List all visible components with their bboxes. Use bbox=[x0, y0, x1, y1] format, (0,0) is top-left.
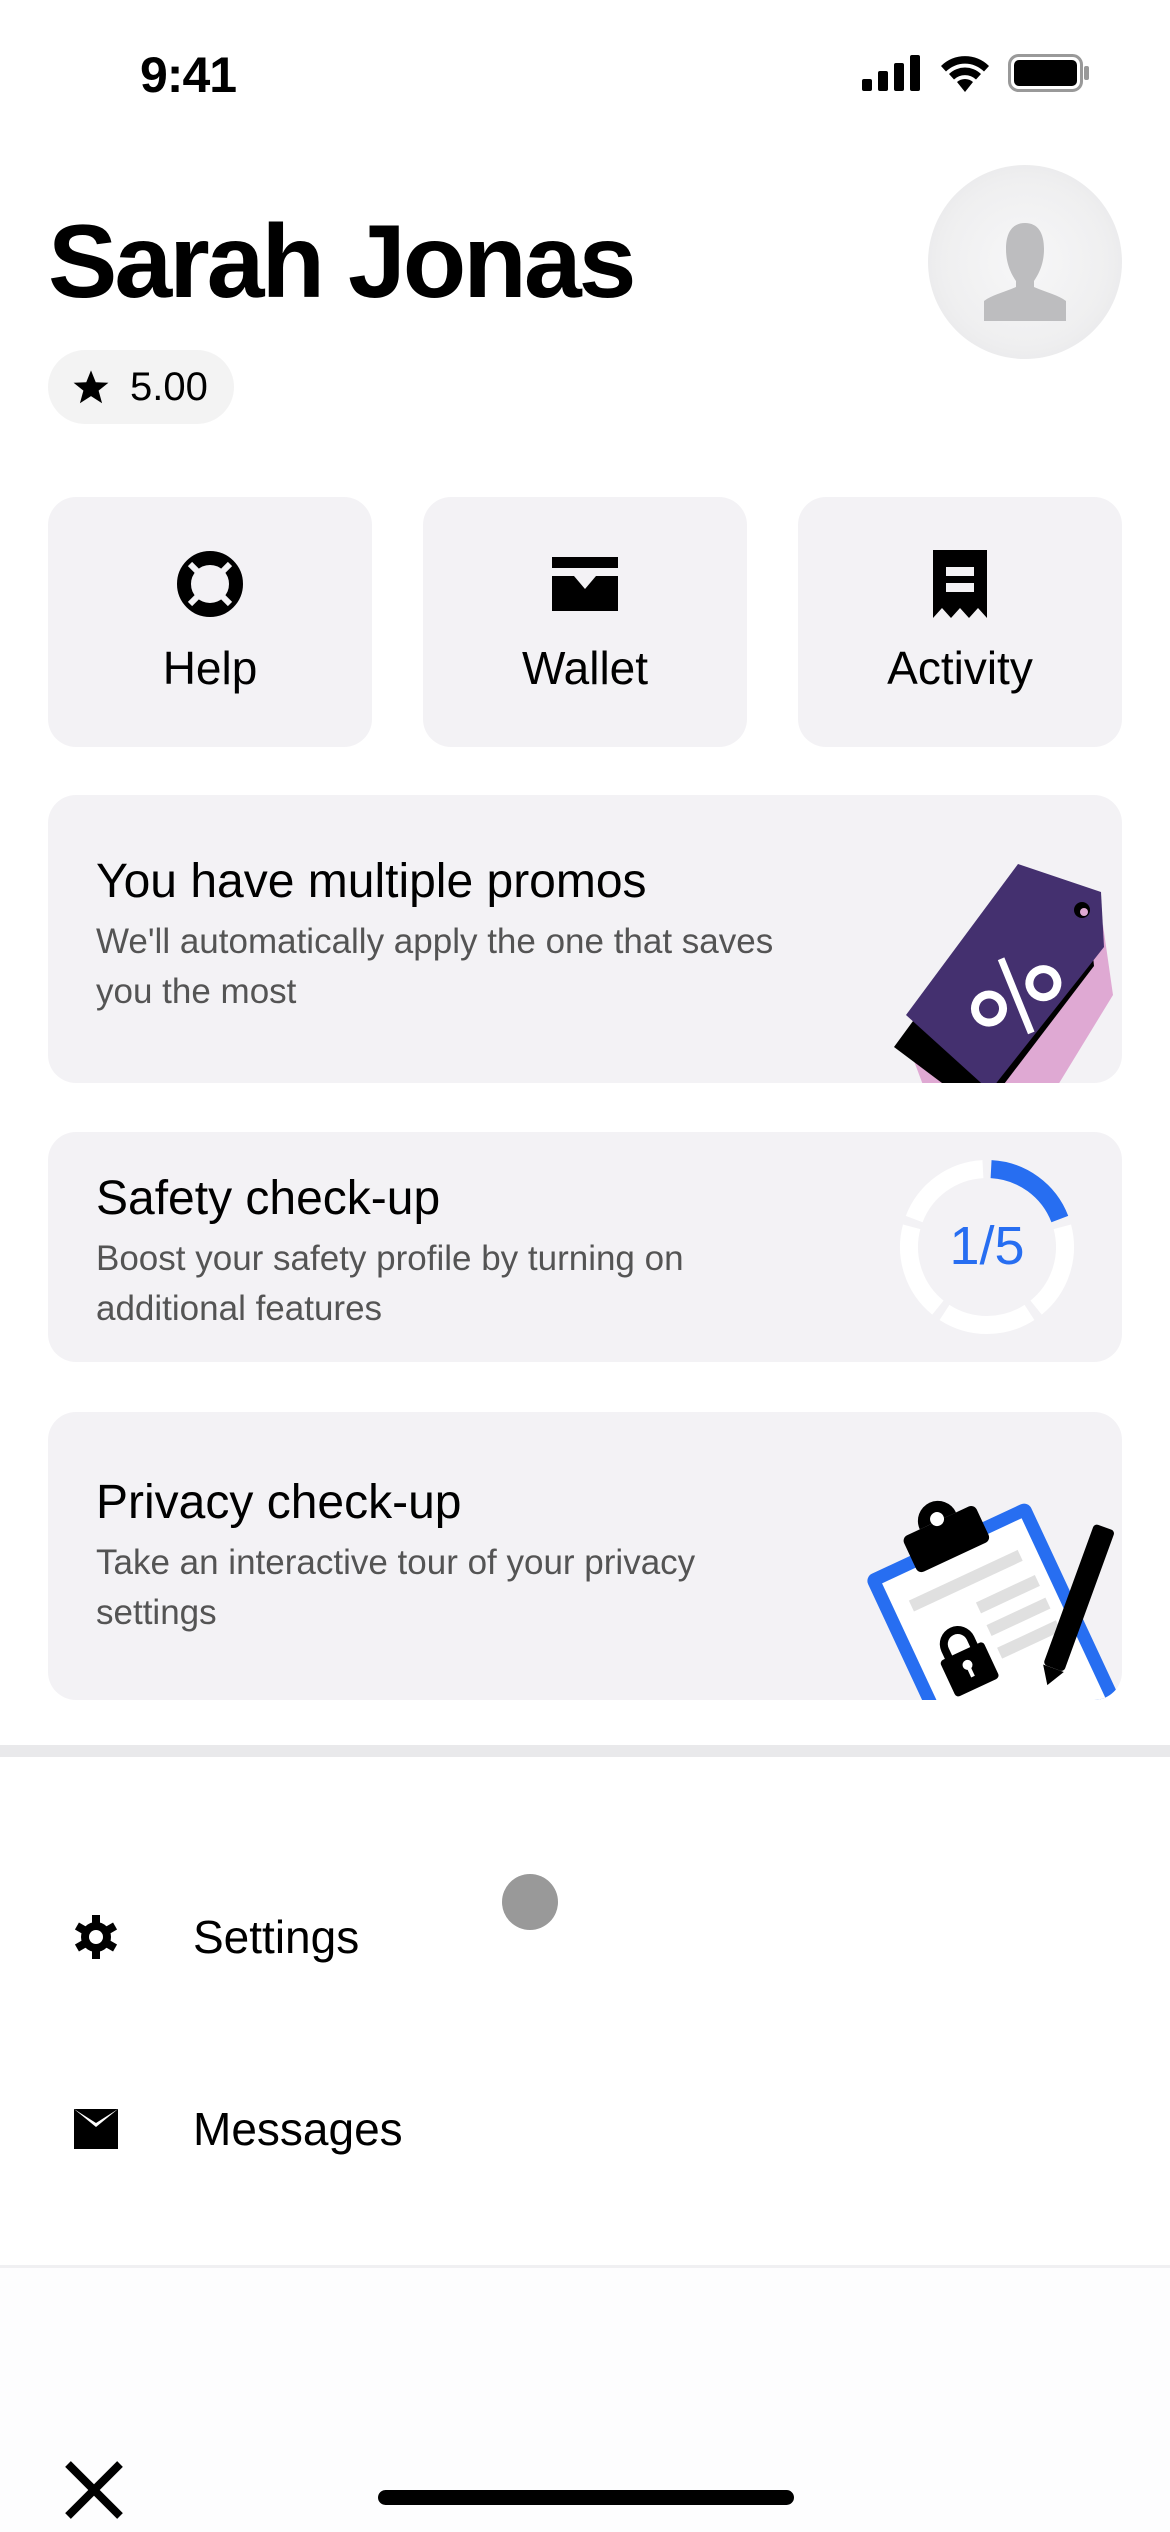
menu-label-messages: Messages bbox=[193, 2103, 403, 2155]
home-indicator[interactable] bbox=[378, 2490, 794, 2505]
wifi-icon bbox=[941, 56, 989, 92]
promo-tag-illustration bbox=[894, 864, 1113, 1083]
safety-progress-label: 1/5 bbox=[949, 1216, 1024, 1276]
profile-name: Sarah Jonas bbox=[48, 204, 637, 320]
status-bar: 9:41 bbox=[0, 0, 1170, 150]
receipt-icon bbox=[933, 550, 987, 618]
avatar[interactable] bbox=[928, 165, 1122, 359]
promo-subtitle: We'll automatically apply the one that s… bbox=[96, 921, 774, 1012]
envelope-icon bbox=[74, 2109, 118, 2149]
progress-segment-incomplete bbox=[939, 1304, 1035, 1334]
menu-list: Settings Messages Send a gift bbox=[0, 1757, 1170, 2265]
menu-item-messages[interactable]: Messages bbox=[0, 2069, 1170, 2189]
rating-chip: 5.00 bbox=[48, 350, 234, 424]
help-label: Help bbox=[162, 642, 258, 694]
activity-button[interactable]: Activity bbox=[798, 497, 1122, 747]
privacy-subtitle: Take an interactive tour of your privacy… bbox=[96, 1542, 696, 1633]
status-time: 9:41 bbox=[140, 47, 237, 103]
close-icon[interactable] bbox=[62, 2458, 126, 2522]
promo-title: You have multiple promos bbox=[96, 855, 647, 908]
progress-segment-incomplete bbox=[900, 1224, 944, 1315]
touch-indicator bbox=[502, 1874, 558, 1930]
promo-card[interactable]: You have multiple promos We'll automatic… bbox=[48, 795, 1122, 1083]
status-icons bbox=[862, 54, 1090, 92]
battery-icon bbox=[1008, 54, 1089, 92]
star-icon bbox=[73, 370, 109, 404]
safety-card[interactable]: Safety check-up Boost your safety profil… bbox=[48, 1132, 1122, 1362]
menu-item-settings[interactable]: Settings bbox=[0, 1877, 1170, 1997]
safety-subtitle: Boost your safety profile by turning on … bbox=[96, 1238, 684, 1329]
menu-label-settings: Settings bbox=[193, 1911, 360, 1963]
wallet-icon bbox=[552, 557, 618, 611]
safety-title: Safety check-up bbox=[96, 1172, 441, 1225]
privacy-card[interactable]: Privacy check-up Take an interactive tou… bbox=[48, 1412, 1122, 1700]
clipboard-lock-illustration bbox=[867, 1500, 1122, 1700]
privacy-title: Privacy check-up bbox=[96, 1476, 462, 1529]
lifebuoy-icon bbox=[177, 551, 243, 617]
progress-segment-complete bbox=[990, 1160, 1069, 1223]
cellular-signal-icon bbox=[862, 55, 920, 91]
rating-value: 5.00 bbox=[130, 364, 208, 409]
progress-segment-incomplete bbox=[905, 1160, 984, 1223]
wallet-label: Wallet bbox=[521, 642, 649, 694]
safety-progress-ring: 1/5 bbox=[900, 1160, 1074, 1334]
person-silhouette-icon bbox=[984, 223, 1066, 321]
wallet-button[interactable]: Wallet bbox=[423, 497, 747, 747]
section-divider bbox=[0, 1745, 1170, 1757]
progress-segment-incomplete bbox=[1030, 1224, 1074, 1315]
activity-label: Activity bbox=[887, 642, 1033, 694]
gear-icon bbox=[74, 1915, 118, 1959]
menu-item-send-gift[interactable]: Send a gift bbox=[0, 2250, 1170, 2265]
quick-actions: Help Wallet Activity bbox=[48, 497, 1122, 747]
help-button[interactable]: Help bbox=[48, 497, 372, 747]
